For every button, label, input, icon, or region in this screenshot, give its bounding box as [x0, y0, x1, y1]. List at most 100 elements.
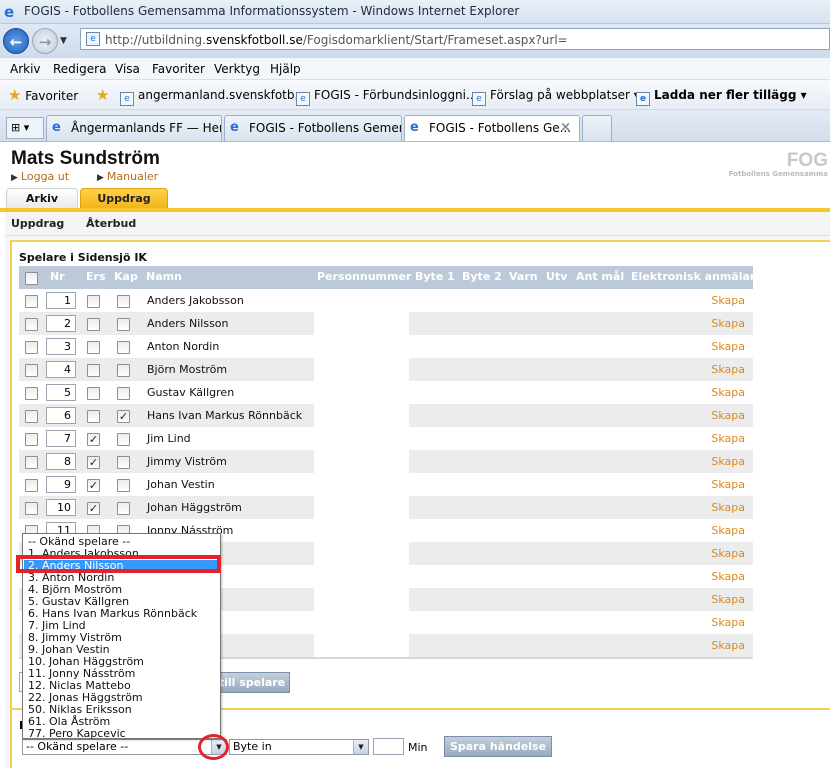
shirt-number-input[interactable]: 5	[46, 384, 76, 401]
tab-fogis-1[interactable]: e FOGIS - Fotbollens Gemen...	[224, 115, 402, 141]
row-select-checkbox[interactable]	[25, 433, 38, 446]
add-player-button[interactable]: till spelare	[214, 672, 290, 693]
new-tab-button[interactable]	[582, 115, 612, 141]
skapa-link[interactable]: Skapa	[711, 409, 745, 422]
ers-checkbox[interactable]	[87, 410, 100, 423]
shirt-number-input[interactable]: 4	[46, 361, 76, 378]
kap-checkbox[interactable]	[117, 295, 130, 308]
tab-uppdrag[interactable]: Uppdrag	[80, 188, 168, 210]
menu-arkiv[interactable]: Arkiv	[10, 62, 41, 76]
ers-checkbox[interactable]	[87, 364, 100, 377]
tab-fogis-active[interactable]: e FOGIS - Fotbollens Ge... ×	[404, 115, 580, 141]
ers-checkbox[interactable]: ✓	[87, 479, 100, 492]
ers-checkbox[interactable]: ✓	[87, 502, 100, 515]
ers-checkbox[interactable]	[87, 295, 100, 308]
kap-checkbox[interactable]	[117, 479, 130, 492]
col-nr: Nr	[50, 270, 65, 283]
row-select-checkbox[interactable]	[25, 318, 38, 331]
menu-hjalp[interactable]: Hjälp	[270, 62, 301, 76]
ers-checkbox[interactable]	[87, 341, 100, 354]
subnav-aterbud[interactable]: Återbud	[86, 217, 136, 230]
menu-favoriter[interactable]: Favoriter	[152, 62, 205, 76]
kap-checkbox[interactable]	[117, 341, 130, 354]
row-select-checkbox[interactable]	[25, 456, 38, 469]
dropdown-option[interactable]: 77. Pero Kapcevic	[24, 728, 219, 740]
select-all-checkbox[interactable]	[25, 272, 38, 285]
ers-checkbox[interactable]: ✓	[87, 456, 100, 469]
skapa-link[interactable]: Skapa	[711, 432, 745, 445]
subnav-uppdrag[interactable]: Uppdrag	[11, 217, 64, 230]
row-select-checkbox[interactable]	[25, 502, 38, 515]
forward-button[interactable]: →	[32, 28, 58, 54]
chevron-down-icon[interactable]: ▼	[353, 740, 368, 754]
ers-checkbox[interactable]	[87, 318, 100, 331]
skapa-link[interactable]: Skapa	[711, 455, 745, 468]
shirt-number-input[interactable]: 6	[46, 407, 76, 424]
player-select[interactable]: -- Okänd spelare -- ▼	[22, 739, 227, 755]
minute-input[interactable]	[373, 738, 404, 755]
skapa-link[interactable]: Skapa	[711, 294, 745, 307]
favorites-bar: ★ Favoriter ★ e angermanland.svenskfotb..…	[0, 80, 830, 110]
menu-verktyg[interactable]: Verktyg	[214, 62, 260, 76]
tab-angermanlands-ff[interactable]: e Ångermanlands FF — Hem	[46, 115, 222, 141]
fav-suggested-sites[interactable]: e Förslag på webbplatser ▾	[472, 88, 640, 106]
ie-icon: e	[410, 120, 419, 135]
skapa-link[interactable]: Skapa	[711, 639, 745, 652]
kap-checkbox[interactable]	[117, 318, 130, 331]
skapa-link[interactable]: Skapa	[711, 478, 745, 491]
address-bar[interactable]: e http://utbildning.svenskfotboll.se/Fog…	[80, 28, 830, 50]
skapa-link[interactable]: Skapa	[711, 317, 745, 330]
row-select-checkbox[interactable]	[25, 364, 38, 377]
skapa-link[interactable]: Skapa	[711, 547, 745, 560]
row-select-checkbox[interactable]	[25, 387, 38, 400]
skapa-link[interactable]: Skapa	[711, 593, 745, 606]
shirt-number-input[interactable]: 8	[46, 453, 76, 470]
player-name: Hans Ivan Markus Rönnbäck	[147, 409, 303, 422]
shirt-number-input[interactable]: 3	[46, 338, 76, 355]
skapa-link[interactable]: Skapa	[711, 501, 745, 514]
row-select-checkbox[interactable]	[25, 341, 38, 354]
skapa-link[interactable]: Skapa	[711, 570, 745, 583]
kap-checkbox[interactable]	[117, 502, 130, 515]
history-dropdown-icon[interactable]: ▼	[60, 36, 67, 46]
save-event-button[interactable]: Spara händelse	[444, 736, 552, 757]
kap-checkbox[interactable]	[117, 364, 130, 377]
close-tab-icon[interactable]: ×	[560, 116, 571, 140]
kap-checkbox[interactable]	[117, 433, 130, 446]
kap-checkbox[interactable]: ✓	[117, 410, 130, 423]
skapa-link[interactable]: Skapa	[711, 524, 745, 537]
fav-get-addons[interactable]: e Ladda ner fler tillägg ▾	[636, 88, 807, 106]
row-select-checkbox[interactable]	[25, 295, 38, 308]
menu-visa[interactable]: Visa	[115, 62, 140, 76]
skapa-link[interactable]: Skapa	[711, 363, 745, 376]
favorites-button[interactable]: ★ Favoriter	[8, 86, 78, 104]
shirt-number-input[interactable]: 9	[46, 476, 76, 493]
manuals-link[interactable]: ▶ Manualer	[97, 170, 158, 183]
url-text[interactable]: http://utbildning.svenskfotboll.se/Fogis…	[105, 33, 568, 47]
app-header: Mats Sundström ▶ Logga ut ▶ Manualer FOG F…	[0, 142, 830, 210]
shirt-number-input[interactable]: 7	[46, 430, 76, 447]
quick-tabs-button[interactable]: ⊞ ▾	[6, 117, 44, 139]
ers-checkbox[interactable]	[87, 387, 100, 400]
kap-checkbox[interactable]	[117, 456, 130, 469]
menu-redigera[interactable]: Redigera	[53, 62, 106, 76]
tab-arkiv[interactable]: Arkiv	[6, 188, 78, 210]
row-select-checkbox[interactable]	[25, 410, 38, 423]
kap-checkbox[interactable]	[117, 387, 130, 400]
fav-link-angermanland[interactable]: e angermanland.svenskfotb...	[120, 88, 306, 106]
add-favorite-icon[interactable]: ★	[96, 86, 109, 104]
skapa-link[interactable]: Skapa	[711, 616, 745, 629]
fav-link-fogis[interactable]: e FOGIS - Förbundsinloggni...	[296, 88, 477, 106]
player-name: Anton Nordin	[147, 340, 220, 353]
back-button[interactable]: ←	[3, 28, 29, 54]
ers-checkbox[interactable]: ✓	[87, 433, 100, 446]
shirt-number-input[interactable]: 1	[46, 292, 76, 309]
shirt-number-input[interactable]: 10	[46, 499, 76, 516]
row-select-checkbox[interactable]	[25, 479, 38, 492]
skapa-link[interactable]: Skapa	[711, 340, 745, 353]
skapa-link[interactable]: Skapa	[711, 386, 745, 399]
logout-link[interactable]: ▶ Logga ut	[11, 170, 69, 183]
event-type-select[interactable]: Byte in ▼	[229, 739, 369, 755]
col-byte1: Byte 1	[415, 270, 455, 283]
shirt-number-input[interactable]: 2	[46, 315, 76, 332]
